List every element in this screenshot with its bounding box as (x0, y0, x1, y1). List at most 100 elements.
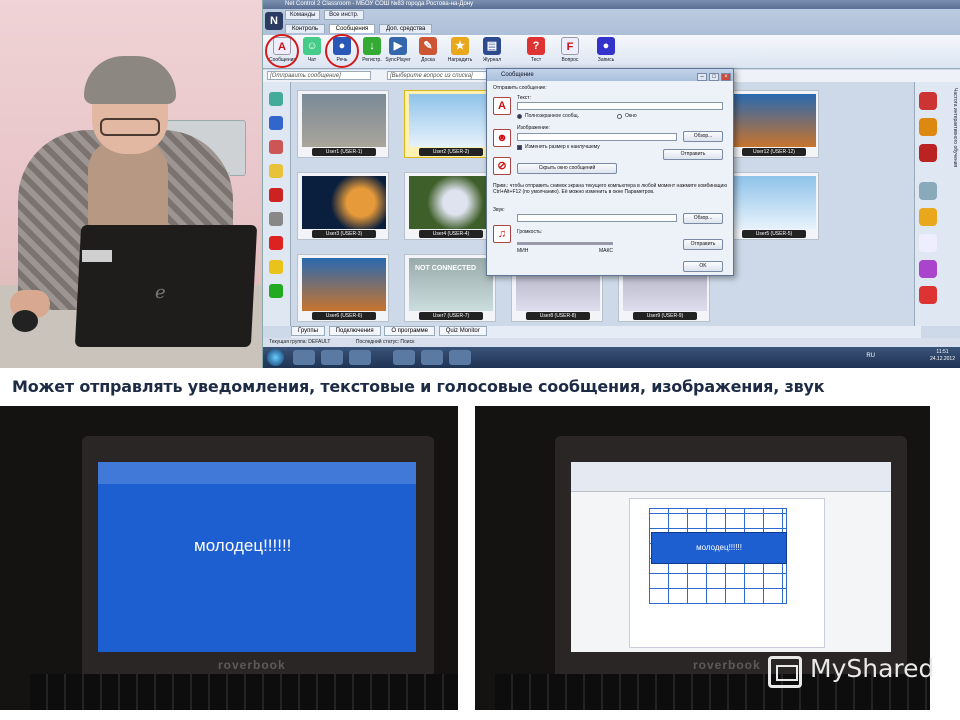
star-icon: ★ (451, 37, 469, 55)
screen-icon[interactable] (919, 182, 937, 200)
green-flag-icon[interactable] (269, 284, 283, 298)
test-button[interactable]: ? Тест (523, 37, 549, 67)
browse-image-button[interactable]: Обзор... (683, 131, 723, 142)
app-grid-icon[interactable] (269, 140, 283, 154)
tab-quiz-monitor[interactable]: Quiz Monitor (438, 326, 487, 336)
recycle-icon[interactable] (269, 92, 283, 106)
test-question-icon[interactable] (919, 286, 937, 304)
register-button[interactable]: ↓ Регистр. (359, 37, 385, 67)
student-thumbnail[interactable]: NOT CONNECTED User7 (USER-7) (404, 254, 496, 322)
question-button[interactable]: F Вопрос (557, 37, 583, 67)
audio-icon[interactable] (919, 144, 937, 162)
taskbar-folder-icon[interactable] (321, 350, 343, 365)
star-icon[interactable] (919, 208, 937, 226)
student-thumbnail[interactable]: User4 (USER-4) (404, 172, 496, 240)
tab-extra-tools[interactable]: Доп. средства (378, 24, 433, 33)
record-button[interactable]: ● Запись (593, 37, 619, 67)
chat-button[interactable]: ☺ Чат (299, 37, 325, 67)
laptop-keyboard (30, 674, 458, 710)
student-thumbnail[interactable]: User12 (USER-12) (727, 90, 819, 158)
teacher-glasses (100, 118, 160, 136)
student-thumbnail[interactable]: User1 (USER-1) (297, 90, 389, 158)
ok-button[interactable]: OK (683, 261, 723, 272)
laptop-brand: roverbook (218, 658, 286, 672)
message-az-icon[interactable] (919, 234, 937, 252)
image-label: Изображение: (517, 125, 550, 131)
window-option-label: Окно (625, 113, 637, 119)
language-indicator[interactable]: RU (866, 353, 875, 359)
chat-icon: ☺ (303, 37, 321, 55)
student-thumbnail-selected[interactable]: User2 (USER-2) (404, 90, 496, 158)
yellow-flag-icon[interactable] (269, 260, 283, 274)
tab-control[interactable]: Контроль (285, 24, 326, 33)
text-icon[interactable] (269, 188, 283, 202)
journal-button[interactable]: ▤ Журнал (479, 37, 505, 67)
sound-label: Звук: (493, 207, 505, 213)
question-icon[interactable] (919, 92, 937, 110)
browse-sound-button[interactable]: Обзор... (683, 213, 723, 224)
window-radio[interactable] (617, 114, 622, 119)
myshared-logo-icon (768, 656, 802, 688)
thumbnail-label: User2 (USER-2) (419, 148, 483, 156)
image-path-input[interactable] (517, 133, 677, 141)
menu-all-tools[interactable]: Все инстр. (324, 10, 364, 20)
laptop-logo: e (155, 282, 166, 303)
send-button[interactable]: Отправить (663, 149, 723, 160)
taskbar-ie-icon[interactable] (293, 350, 315, 365)
student-thumbnail[interactable]: User3 (USER-3) (297, 172, 389, 240)
hydrangea-screen (409, 176, 493, 229)
fullscreen-radio[interactable] (517, 114, 522, 119)
maximize-icon[interactable]: □ (709, 73, 719, 81)
fullscreen-message-text: молодец!!!!!! (194, 536, 292, 555)
taskbar-clock[interactable]: 11:51 24.12.2012 (930, 349, 955, 363)
koala-screen (302, 94, 386, 147)
student-thumbnail[interactable]: User5 (USER-5) (727, 172, 819, 240)
tab-about[interactable]: О программе (384, 326, 436, 336)
tab-messages[interactable]: Сообщения (328, 24, 376, 33)
taskbar-app-icon[interactable] (421, 350, 443, 365)
teacher-laptop (74, 225, 258, 347)
hide-messages-button[interactable]: Скрыть окно сообщений (517, 163, 617, 174)
window-controls: – □ × (695, 71, 731, 83)
send-message-select[interactable]: [Отправить сообщение] (267, 71, 371, 80)
tab-groups[interactable]: Группы (291, 326, 325, 336)
left-toolbar (263, 82, 291, 326)
whiteboard-button-label: Доска (421, 57, 435, 63)
taskbar-netcontrol-icon[interactable] (393, 350, 415, 365)
window-title: Net Control 2 Classroom - МБОУ СОШ №83 г… (263, 0, 960, 9)
taskbar-media-icon[interactable] (349, 350, 371, 365)
send-message-label: Отправить сообщение: (493, 85, 547, 91)
taskbar-window-icon[interactable] (449, 350, 471, 365)
reward-button[interactable]: ★ Наградить (447, 37, 473, 67)
sound-path-input[interactable] (517, 214, 677, 222)
send-sound-button[interactable]: Отправить (683, 239, 723, 250)
syncplayer-button-label: SyncPlayer (385, 57, 411, 63)
student-thumbnail[interactable]: User6 (USER-6) (297, 254, 389, 322)
resize-checkbox[interactable] (517, 145, 522, 150)
volume-slider[interactable] (517, 242, 613, 245)
menu-commands[interactable]: Команды (285, 10, 321, 20)
red-flag-icon[interactable] (269, 236, 283, 250)
lock-icon[interactable] (269, 164, 283, 178)
app-logo-icon[interactable]: N (265, 12, 283, 30)
caption-bar: Может отправлять уведомления, текстовые … (0, 368, 960, 406)
syncplayer-button[interactable]: ▶ SyncPlayer (385, 37, 411, 67)
text-input[interactable] (517, 102, 723, 110)
broadcast-icon[interactable] (919, 118, 937, 136)
minimize-icon[interactable]: – (697, 73, 707, 81)
tab-connections[interactable]: Подключения (328, 326, 381, 336)
desert-screen (302, 258, 386, 311)
thumbnail-label: User4 (USER-4) (419, 230, 483, 238)
whiteboard-button[interactable]: ✎ Доска (415, 37, 441, 67)
chat-icon[interactable] (919, 260, 937, 278)
tools-icon[interactable] (269, 212, 283, 226)
text-message-icon: A (493, 97, 511, 115)
close-icon[interactable]: × (721, 73, 731, 81)
monitor-icon[interactable] (269, 116, 283, 130)
fullscreen-message-screen (98, 462, 416, 652)
question-select[interactable]: [Выберите вопрос из списка] (387, 71, 491, 80)
clock-date: 24.12.2012 (929, 356, 955, 362)
music-note-icon: ♫ (493, 225, 511, 243)
start-button[interactable] (267, 349, 284, 366)
record-button-label: Запись (597, 57, 615, 63)
